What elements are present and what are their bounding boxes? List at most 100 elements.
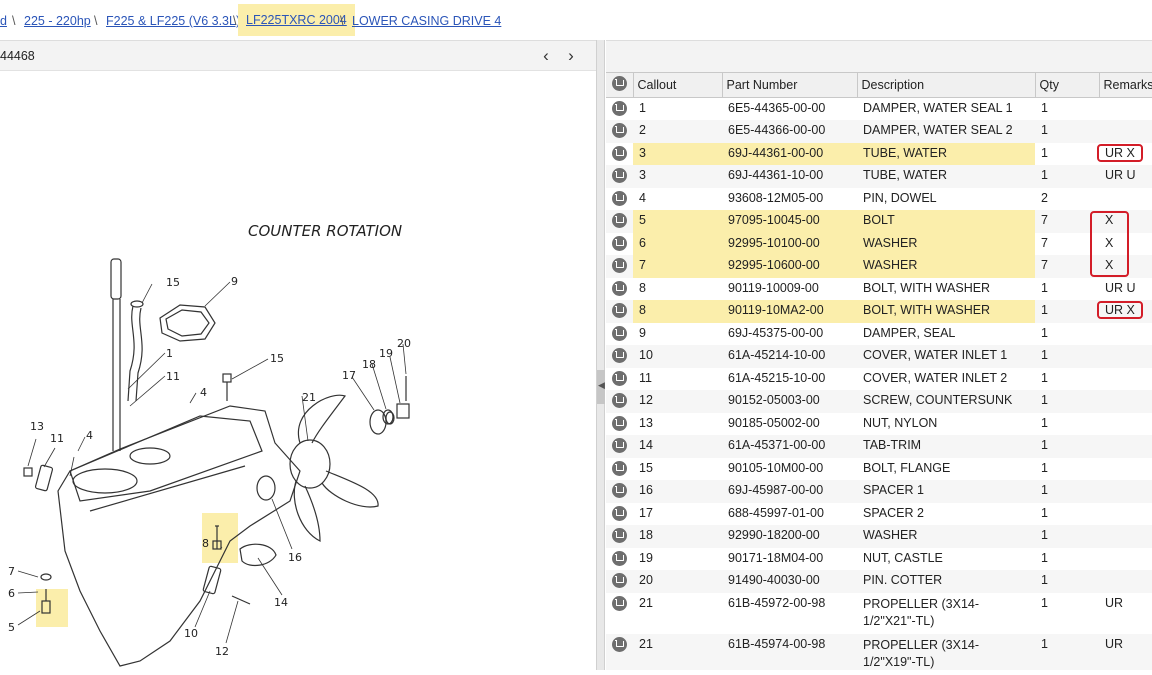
breadcrumb-item-section[interactable]: LOWER CASING DRIVE 4: [352, 14, 501, 28]
qty-cell: 1: [1035, 480, 1099, 503]
header-remarks[interactable]: Remarks: [1099, 72, 1152, 98]
table-row[interactable]: 15 90105-10M00-00 BOLT, FLANGE 1: [606, 457, 1152, 480]
callout-1: 1: [166, 347, 173, 360]
chevron-left-icon[interactable]: ‹: [537, 46, 555, 66]
table-row[interactable]: 8 90119-10009-00 BOLT, WITH WASHER 1 UR U: [606, 277, 1152, 300]
callout-17: 17: [342, 369, 356, 382]
add-to-cart-icon[interactable]: [606, 547, 633, 570]
remarks-cell: [1099, 570, 1152, 593]
table-row[interactable]: 17 688-45997-01-00 SPACER 21: [606, 502, 1152, 525]
callout-7: 7: [8, 565, 15, 578]
table-row[interactable]: 21 61B-45974-00-98 PROPELLER (3X14-1/2"X19…: [606, 633, 1152, 670]
table-row[interactable]: 19 90171-18M04-00 NUT, CASTLE 1: [606, 547, 1152, 570]
callout-6: 6: [8, 587, 15, 600]
qty-cell: 1: [1035, 120, 1099, 143]
qty-cell: 1: [1035, 525, 1099, 548]
table-row[interactable]: 3 69J-44361-00-00 TUBE, WATER 1 UR X: [606, 142, 1152, 165]
add-to-cart-icon[interactable]: [606, 633, 633, 670]
add-to-cart-icon[interactable]: [606, 592, 633, 634]
add-to-cart-icon[interactable]: [606, 525, 633, 548]
add-to-cart-icon[interactable]: [606, 97, 633, 120]
callout-11: 11: [50, 432, 64, 445]
table-row[interactable]: 11 61A-45215-10-00 COVER, WATER INLET 21: [606, 367, 1152, 390]
table-row[interactable]: 7 92995-10600-00 WASHER 7 X: [606, 255, 1152, 278]
pane-splitter[interactable]: ◀: [596, 40, 605, 670]
diagram-title: COUNTER ROTATION: [248, 222, 402, 240]
header-description[interactable]: Description: [857, 72, 1036, 98]
description-cell: PROPELLER (3X14-1/2"X21"-TL): [857, 592, 1035, 634]
header-callout[interactable]: Callout: [633, 72, 723, 98]
table-row[interactable]: 3 69J-44361-10-00 TUBE, WATER 1 UR U: [606, 165, 1152, 188]
table-row[interactable]: 2 6E5-44366-00-00 DAMPER, WATER SEAL 21: [606, 120, 1152, 143]
table-row[interactable]: 16 69J-45987-00-00 SPACER 11: [606, 480, 1152, 503]
remarks-cell: [1099, 187, 1152, 210]
add-to-cart-icon[interactable]: [606, 412, 633, 435]
description-cell: WASHER: [857, 232, 1035, 255]
description-cell: BOLT, WITH WASHER: [857, 300, 1035, 323]
remarks-cell: [1099, 525, 1152, 548]
callout-18: 18: [362, 358, 376, 371]
header-part-number[interactable]: Part Number: [722, 72, 858, 98]
add-to-cart-icon[interactable]: [606, 345, 633, 368]
table-row[interactable]: 5 97095-10045-00 BOLT 7 X: [606, 210, 1152, 233]
table-row[interactable]: 13 90185-05002-00 NUT, NYLON 1: [606, 412, 1152, 435]
header-cart-icon[interactable]: [606, 72, 634, 98]
header-qty[interactable]: Qty: [1035, 72, 1100, 98]
part-number-cell: 61B-45974-00-98: [722, 633, 857, 670]
add-to-cart-icon[interactable]: [606, 300, 633, 323]
add-to-cart-icon[interactable]: [606, 142, 633, 165]
part-number-cell: 90119-10009-00: [722, 277, 857, 300]
callout-8: 8: [202, 537, 209, 550]
qty-cell: 1: [1035, 300, 1099, 323]
part-number-cell: 90152-05003-00: [722, 390, 857, 413]
remarks-cell: UR: [1099, 592, 1152, 634]
breadcrumb-item-model-family[interactable]: F225 & LF225 (V6 3.3L): [106, 14, 240, 28]
add-to-cart-icon[interactable]: [606, 390, 633, 413]
diagram-id: 44468: [0, 49, 35, 63]
table-row[interactable]: 6 92995-10100-00 WASHER 7 X: [606, 232, 1152, 255]
callout-cell: 1: [633, 97, 722, 120]
callout-20: 20: [397, 337, 411, 350]
part-number-cell: 90105-10M00-00: [722, 457, 857, 480]
breadcrumb-item-model[interactable]: LF225TXRC 2004: [238, 4, 355, 36]
add-to-cart-icon[interactable]: [606, 210, 633, 233]
table-row[interactable]: 1 6E5-44365-00-00 DAMPER, WATER SEAL 11: [606, 97, 1152, 120]
description-cell: DAMPER, SEAL: [857, 322, 1035, 345]
chevron-right-icon[interactable]: ›: [562, 46, 580, 66]
table-row[interactable]: 9 69J-45375-00-00 DAMPER, SEAL 1: [606, 322, 1152, 345]
callout-13: 13: [30, 420, 44, 433]
table-row[interactable]: 4 93608-12M05-00 PIN, DOWEL 2: [606, 187, 1152, 210]
table-row[interactable]: 20 91490-40030-00 PIN. COTTER 1: [606, 570, 1152, 593]
qty-cell: 1: [1035, 570, 1099, 593]
callout-15: 15: [270, 352, 284, 365]
add-to-cart-icon[interactable]: [606, 570, 633, 593]
part-number-cell: 61A-45214-10-00: [722, 345, 857, 368]
add-to-cart-icon[interactable]: [606, 187, 633, 210]
add-to-cart-icon[interactable]: [606, 502, 633, 525]
add-to-cart-icon[interactable]: [606, 255, 633, 278]
callout-cell: 8: [633, 300, 722, 323]
table-row[interactable]: 8 90119-10MA2-00 BOLT, WITH WASHER 1 UR X: [606, 300, 1152, 323]
breadcrumb-item-hp-range[interactable]: 225 - 220hp: [24, 14, 91, 28]
remarks-cell: [1099, 345, 1152, 368]
add-to-cart-icon[interactable]: [606, 277, 633, 300]
breadcrumb-item-root[interactable]: d: [0, 14, 7, 28]
add-to-cart-icon[interactable]: [606, 435, 633, 458]
table-row[interactable]: 14 61A-45371-00-00 TAB-TRIM 1: [606, 435, 1152, 458]
callout-cell: 20: [633, 570, 722, 593]
collapse-left-icon[interactable]: ◀: [598, 380, 605, 391]
diagram-toolbar: 44468 ‹ ›: [0, 40, 596, 71]
part-number-cell: 61A-45371-00-00: [722, 435, 857, 458]
table-row[interactable]: 12 90152-05003-00 SCREW, COUNTERSUNK 1: [606, 390, 1152, 413]
add-to-cart-icon[interactable]: [606, 165, 633, 188]
add-to-cart-icon[interactable]: [606, 232, 633, 255]
table-row[interactable]: 18 92990-18200-00 WASHER 1: [606, 525, 1152, 548]
add-to-cart-icon[interactable]: [606, 367, 633, 390]
add-to-cart-icon[interactable]: [606, 120, 633, 143]
add-to-cart-icon[interactable]: [606, 322, 633, 345]
add-to-cart-icon[interactable]: [606, 457, 633, 480]
add-to-cart-icon[interactable]: [606, 480, 633, 503]
qty-cell: 1: [1035, 547, 1099, 570]
table-row[interactable]: 21 61B-45972-00-98 PROPELLER (3X14-1/2"X21…: [606, 592, 1152, 634]
table-row[interactable]: 10 61A-45214-10-00 COVER, WATER INLET 11: [606, 345, 1152, 368]
